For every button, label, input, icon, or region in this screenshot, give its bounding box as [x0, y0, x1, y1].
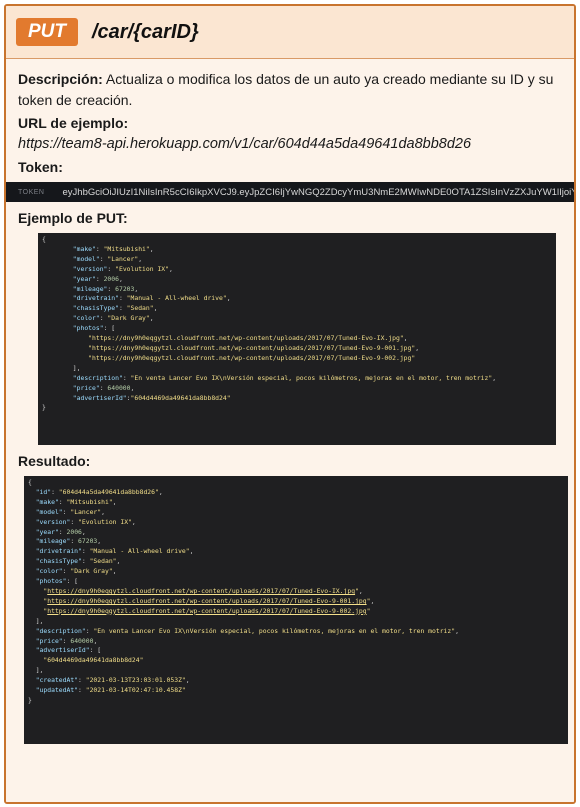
json-key: "model"	[35, 507, 63, 516]
token-value: eyJhbGciOiJIUzI1NiIsInR5cCI6IkpXVCJ9.eyJ…	[62, 186, 575, 198]
json-value: "Sedan"	[89, 557, 117, 566]
json-key: "make"	[35, 497, 59, 506]
endpoint-header: PUT /car/{carID}	[6, 6, 574, 59]
json-key: "drivetrain"	[35, 547, 82, 556]
json-value: "Lancer"	[107, 254, 139, 263]
json-value: "Lancer"	[70, 507, 102, 516]
json-field: "chasisType": "Sedan",	[35, 557, 121, 566]
json-value: 67203	[115, 284, 135, 293]
json-value: 67203	[78, 537, 98, 546]
endpoint-body: Descripción: Actualiza o modifica los da…	[6, 59, 574, 802]
json-field: "color": "Dark Gray",	[35, 567, 117, 576]
example-url: https://team8-api.herokuapp.com/v1/car/6…	[18, 136, 472, 152]
json-value: 2006	[103, 274, 119, 283]
json-value: 2006	[66, 527, 82, 536]
photo-entry: "https://dny9h0eqgytzl.cloudfront.net/wp…	[88, 334, 408, 343]
json-key: "drivetrain"	[72, 294, 119, 303]
json-value: "Manual - All-wheel drive"	[126, 294, 227, 303]
photo-url: "https://dny9h0eqgytzl.cloudfront.net/wp…	[88, 343, 416, 352]
json-key: "mileage"	[35, 537, 71, 546]
json-key: "color"	[35, 567, 63, 576]
json-field: "version": "Evolution IX",	[35, 517, 136, 526]
json-value: "Evolution IX"	[78, 517, 132, 526]
json-value: "Mitsubishi"	[103, 244, 150, 253]
json-key: "chasisType"	[35, 557, 82, 566]
json-key: "chasisType"	[72, 304, 119, 313]
photo-entry: "https://dny9h0eqgytzl.cloudfront.net/wp…	[42, 354, 415, 362]
json-field: "mileage": 67203,	[35, 537, 102, 546]
endpoint-card: PUT /car/{carID} Descripción: Actualiza …	[4, 4, 576, 804]
result-label: Resultado:	[18, 453, 91, 469]
json-value: "Manual - All-wheel drive"	[89, 547, 190, 556]
json-field: "make": "Mitsubishi",	[72, 244, 154, 253]
token-strip-label: TOKEN	[18, 188, 45, 196]
json-key: "version"	[72, 264, 108, 273]
description-label: Descripción:	[18, 71, 103, 87]
result-code: { "id": "604d44a5da49641da8bb8d26", "mak…	[24, 476, 568, 744]
photo-link: https://dny9h0eqgytzl.cloudfront.net/wp-…	[47, 606, 367, 615]
token-label: Token:	[18, 159, 63, 175]
json-field: "color": "Dark Gray",	[72, 314, 154, 323]
json-value: "Mitsubishi"	[66, 497, 113, 506]
photo-link: https://dny9h0eqgytzl.cloudfront.net/wp-…	[47, 596, 367, 605]
photo-entry: "https://dny9h0eqgytzl.cloudfront.net/wp…	[43, 596, 375, 605]
json-key: "year"	[72, 274, 96, 283]
json-key: "year"	[35, 527, 59, 536]
json-key: "model"	[72, 254, 100, 263]
json-field: "mileage": 67203,	[72, 284, 139, 293]
json-field: "year": 2006,	[72, 274, 123, 283]
photo-entry: "https://dny9h0eqgytzl.cloudfront.net/wp…	[88, 343, 420, 352]
result-fields: "make": "Mitsubishi", "model": "Lancer",…	[28, 497, 194, 576]
photo-entry: "https://dny9h0eqgytzl.cloudfront.net/wp…	[43, 586, 363, 595]
photo-entry: "https://dny9h0eqgytzl.cloudfront.net/wp…	[43, 606, 371, 615]
json-key: "color"	[72, 314, 100, 323]
json-field: "chasisType": "Sedan",	[72, 304, 158, 313]
token-strip: TOKEN eyJhbGciOiJIUzI1NiIsInR5cCI6IkpXVC…	[6, 182, 574, 202]
put-example-photos: "https://dny9h0eqgytzl.cloudfront.net/wp…	[42, 334, 419, 362]
put-example-code: { "make": "Mitsubishi", "model": "Lancer…	[38, 233, 556, 445]
json-field: "drivetrain": "Manual - All-wheel drive"…	[35, 547, 194, 556]
json-field: "model": "Lancer",	[72, 254, 143, 263]
json-key: "make"	[72, 244, 96, 253]
photo-url: "https://dny9h0eqgytzl.cloudfront.net/wp…	[88, 334, 404, 343]
json-field: "drivetrain": "Manual - All-wheel drive"…	[72, 294, 231, 303]
photo-url: "https://dny9h0eqgytzl.cloudfront.net/wp…	[88, 353, 416, 362]
json-value: "Sedan"	[126, 304, 154, 313]
json-value: "Dark Gray"	[107, 314, 150, 323]
description: Descripción: Actualiza o modifica los da…	[18, 69, 562, 111]
endpoint-path: /car/{carID}	[92, 20, 199, 43]
put-example-fields: "make": "Mitsubishi", "model": "Lancer",…	[42, 245, 231, 322]
example-url-label: URL de ejemplo:	[18, 115, 129, 131]
json-field: "make": "Mitsubishi",	[35, 497, 117, 506]
http-method-badge: PUT	[16, 18, 78, 46]
json-field: "model": "Lancer",	[35, 507, 105, 516]
json-field: "year": 2006,	[35, 527, 86, 536]
json-key: "version"	[35, 517, 71, 526]
result-photos: "https://dny9h0eqgytzl.cloudfront.net/wp…	[28, 587, 374, 615]
put-example-label: Ejemplo de PUT:	[18, 210, 128, 226]
json-key: "mileage"	[72, 284, 108, 293]
photo-link: https://dny9h0eqgytzl.cloudfront.net/wp-…	[47, 586, 356, 595]
json-field: "version": "Evolution IX",	[72, 264, 173, 273]
json-value: "Dark Gray"	[70, 567, 113, 576]
json-value: "Evolution IX"	[115, 264, 169, 273]
